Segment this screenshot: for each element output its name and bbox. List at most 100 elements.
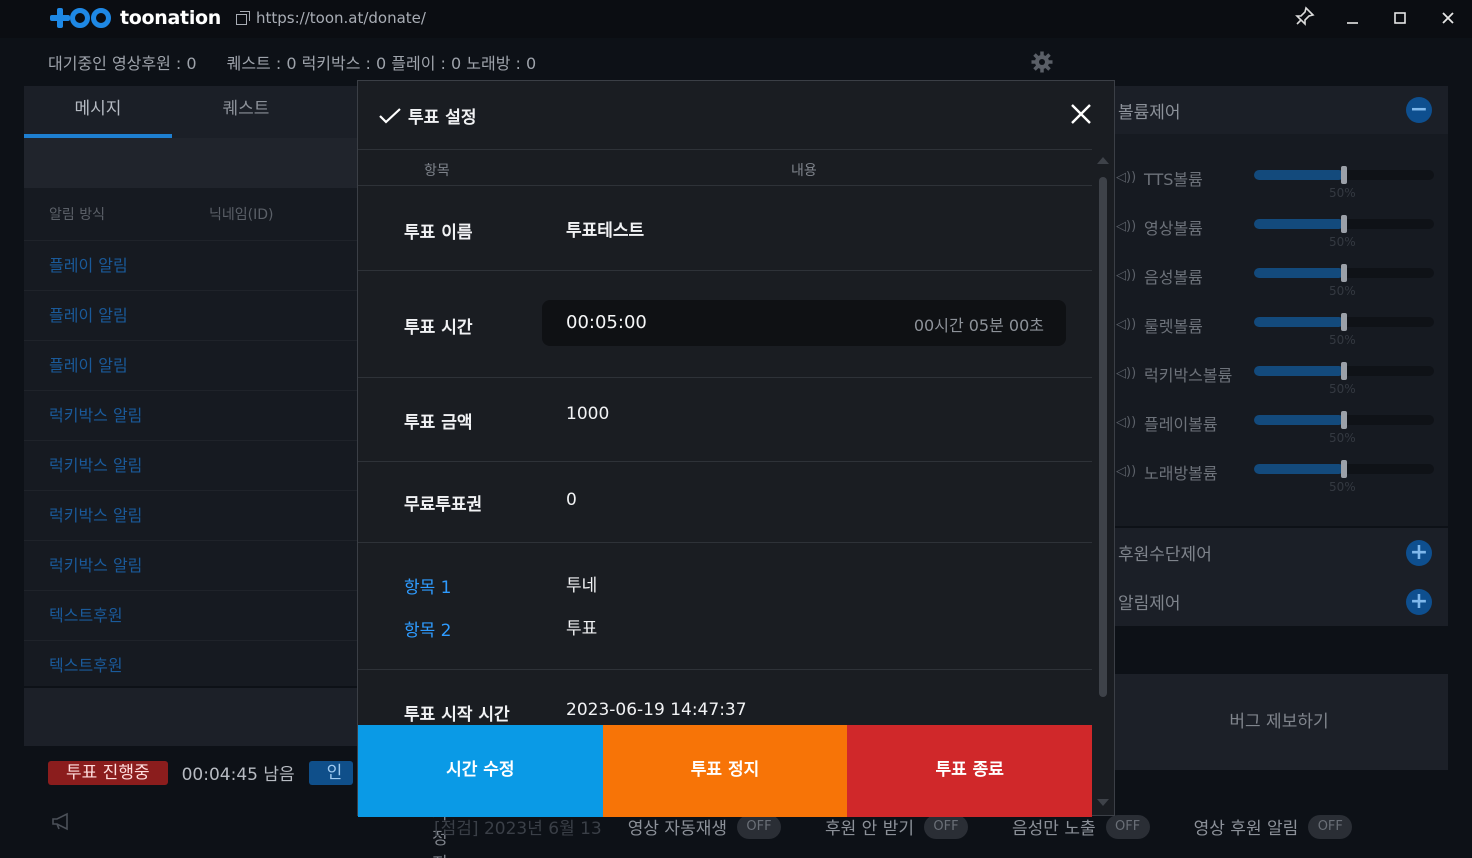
volume-label: 영상볼륨: [1144, 219, 1203, 238]
volume-handle[interactable]: [1341, 313, 1347, 331]
vote-amount-row: 투표 금액 1000: [358, 378, 1092, 462]
volume-label: TTS볼륨: [1144, 170, 1203, 189]
donation-method-control[interactable]: 후원수단제어 +: [1110, 528, 1448, 577]
close-window-button[interactable]: [1436, 6, 1460, 30]
list-item[interactable]: 텍스트후원: [24, 640, 360, 690]
list-item[interactable]: 텍스트후원: [24, 590, 360, 640]
modal-scrollbar[interactable]: [1099, 177, 1107, 697]
volume-handle[interactable]: [1341, 215, 1347, 233]
video-alert-toggle[interactable]: OFF: [1308, 814, 1353, 839]
vote-time-hint: 00시간 05분 00초: [913, 316, 1044, 335]
auto-play-toggle[interactable]: OFF: [737, 814, 781, 839]
volume-row: ◁)) TTS볼륨 50%: [1110, 154, 1448, 203]
donation-method-label: 후원수단제어: [1118, 545, 1212, 565]
url-display[interactable]: https://toon.at/donate/: [236, 9, 426, 27]
speaker-icon: ◁)): [1116, 464, 1137, 479]
blue-badge[interactable]: 인: [308, 760, 353, 785]
vote-item-value: 투표: [566, 619, 598, 639]
header-item: 항목: [424, 163, 450, 179]
list-item[interactable]: 럭키박스 알림: [24, 390, 360, 440]
notice-text[interactable]: [점검] 2023년 6월 13: [434, 814, 602, 839]
col-nickname: 닉네임(ID): [209, 207, 274, 223]
stop-vote-button[interactable]: 투표 정지: [602, 725, 848, 817]
volume-label: 룰렛볼륨: [1144, 317, 1203, 336]
speaker-icon: ◁)): [1116, 415, 1137, 430]
close-icon[interactable]: [1068, 101, 1094, 127]
alert-control[interactable]: 알림제어 +: [1110, 577, 1448, 626]
volume-slider[interactable]: [1254, 264, 1434, 282]
alert-control-label: 알림제어: [1118, 594, 1181, 614]
megaphone-icon[interactable]: [50, 810, 72, 832]
start-time-row: 투표 시작 시간 2023-06-19 14:47:37: [358, 670, 1092, 730]
pause-alerts-button[interactable]: ❚❚ 알림 일시정지: [24, 688, 461, 858]
queue-counts: 퀘스트 : 0 럭키박스 : 0 플레이 : 0 노래방 : 0: [226, 54, 537, 73]
expand-plus-icon[interactable]: +: [1406, 588, 1432, 615]
list-item[interactable]: 플레이 알림: [24, 340, 360, 390]
volume-slider[interactable]: [1254, 411, 1434, 429]
volume-slider[interactable]: [1254, 362, 1434, 380]
speaker-icon: ◁)): [1116, 219, 1137, 234]
maximize-button[interactable]: [1388, 6, 1412, 30]
volume-handle[interactable]: [1341, 362, 1347, 380]
vote-time-input[interactable]: 00:05:00 00시간 05분 00초: [542, 300, 1066, 346]
volume-label: 음성볼륨: [1144, 268, 1203, 287]
header-content: 내용: [791, 163, 817, 179]
speaker-icon: ◁)): [1116, 268, 1137, 283]
volume-slider[interactable]: [1254, 460, 1434, 478]
title-bar: toonation https://toon.at/donate/: [0, 0, 1472, 38]
list-item[interactable]: 플레이 알림: [24, 240, 360, 290]
volume-fill: [1254, 170, 1344, 180]
volume-slider[interactable]: [1254, 313, 1434, 331]
volume-handle[interactable]: [1341, 460, 1347, 478]
volume-title: 볼륨제어: [1118, 102, 1181, 123]
speaker-icon: ◁)): [1116, 317, 1137, 332]
bug-report-button[interactable]: 버그 제보하기: [1110, 674, 1448, 770]
no-donation-toggle[interactable]: OFF: [924, 814, 969, 839]
pin-icon[interactable]: [1292, 6, 1316, 30]
toggle-label: 영상 자동재생: [627, 819, 727, 839]
copy-icon[interactable]: [236, 11, 250, 25]
edit-time-button[interactable]: 시간 수정: [358, 725, 603, 817]
volume-fill: [1254, 317, 1344, 327]
list-item[interactable]: 럭키박스 알림: [24, 440, 360, 490]
tab-message[interactable]: 메시지: [24, 86, 172, 138]
list-item[interactable]: 럭키박스 알림: [24, 490, 360, 540]
list-item[interactable]: 럭키박스 알림: [24, 540, 360, 590]
tab-quest[interactable]: 퀘스트: [172, 86, 320, 138]
volume-fill: [1254, 219, 1344, 229]
volume-slider[interactable]: [1254, 215, 1434, 233]
vote-remaining-time: 00:04:45 남음: [181, 765, 295, 785]
toggle-label: 음성만 노출: [1012, 819, 1096, 839]
volume-row: ◁)) 영상볼륨 50%: [1110, 203, 1448, 252]
volume-slider[interactable]: [1254, 166, 1434, 184]
scroll-down-arrow-icon[interactable]: [1097, 799, 1109, 806]
volume-percent: 50%: [1329, 431, 1356, 445]
list-header: 알림 방식 닉네임(ID): [24, 188, 360, 240]
audio-only-toggle[interactable]: OFF: [1105, 814, 1150, 839]
vote-time-value: 00:05:00: [566, 312, 647, 333]
vote-item-label: 항목 1: [404, 578, 452, 598]
control-panel: 후원수단제어 + 알림제어 +: [1110, 528, 1448, 626]
volume-label: 플레이볼륨: [1144, 415, 1218, 434]
free-ticket-value: 0: [566, 490, 577, 510]
vote-name-label: 투표 이름: [404, 223, 473, 243]
logo-mark-icon: [48, 6, 114, 30]
gear-icon[interactable]: [1030, 50, 1054, 74]
scroll-up-arrow-icon[interactable]: [1097, 157, 1109, 164]
volume-handle[interactable]: [1341, 264, 1347, 282]
expand-plus-icon[interactable]: +: [1406, 539, 1432, 566]
volume-panel: 볼륨제어 − ◁)) TTS볼륨 50% ◁)) 영상볼륨 50% ◁)) 음성볼륨 50% ◁)…: [1110, 86, 1448, 526]
volume-handle[interactable]: [1341, 166, 1347, 184]
list-item[interactable]: 플레이 알림: [24, 290, 360, 340]
volume-fill: [1254, 268, 1344, 278]
collapse-volume-button[interactable]: −: [1406, 97, 1432, 123]
vote-name-value: 투표테스트: [566, 221, 645, 241]
col-alert-type: 알림 방식: [49, 207, 105, 223]
vote-in-progress-badge[interactable]: 투표 진행중: [48, 760, 168, 785]
free-ticket-row: 무료투표권 0: [358, 462, 1092, 543]
volume-handle[interactable]: [1341, 411, 1347, 429]
minimize-button[interactable]: [1340, 6, 1364, 30]
modal-action-buttons: 시간 수정 투표 정지 투표 종료: [358, 725, 1093, 817]
end-vote-button[interactable]: 투표 종료: [847, 725, 1093, 817]
speaker-icon: ◁)): [1116, 366, 1137, 381]
